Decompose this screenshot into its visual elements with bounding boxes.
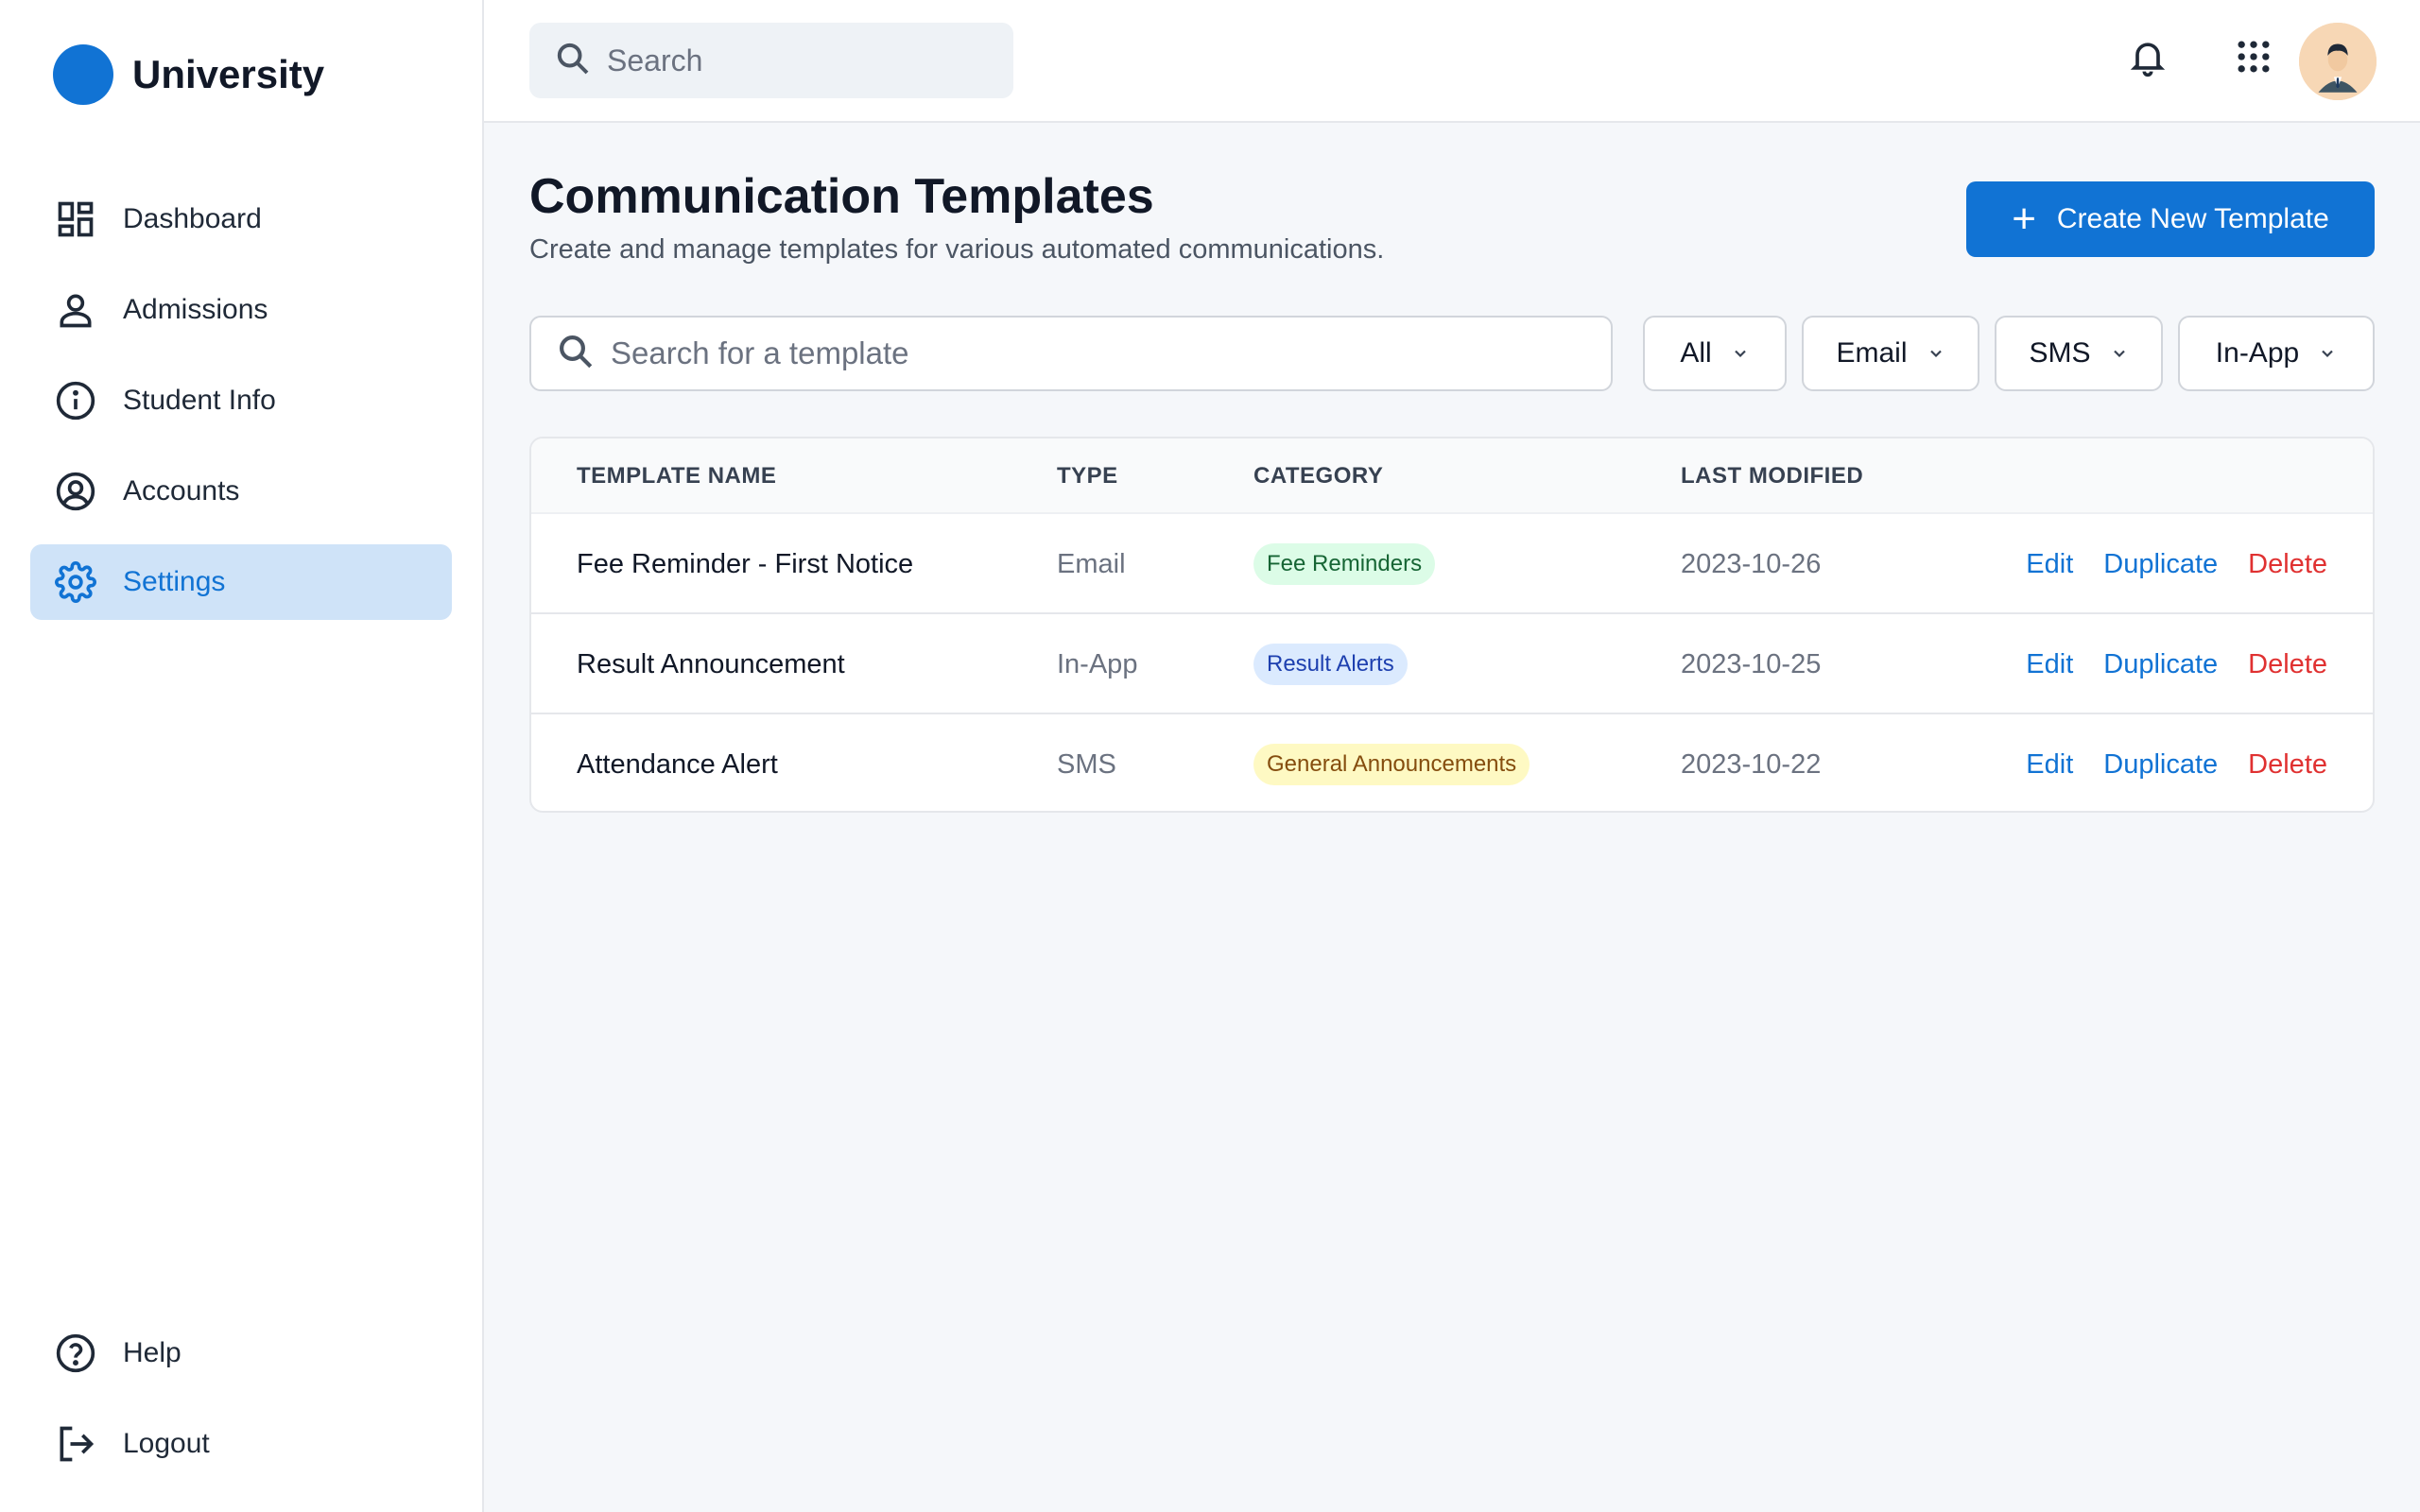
delete-link[interactable]: Delete [2248,549,2327,580]
column-header-last-modified[interactable]: LAST MODIFIED [1681,438,1863,514]
sidebar-nav: Dashboard Admissions Student Info Accoun… [30,181,452,635]
template-name: Fee Reminder - First Notice [577,548,914,579]
category-cell: General Announcements [1253,714,1530,811]
template-name: Attendance Alert [577,748,778,780]
create-template-label: Create New Template [2056,203,2329,234]
delete-link[interactable]: Delete [2248,649,2327,680]
last-modified: 2023-10-22 [1681,748,1822,780]
dropdown-label: Email [1836,337,1908,369]
sidebar-bottom-nav: Help Logout [30,1315,452,1497]
category-cell: Fee Reminders [1253,514,1436,614]
brand-name: University [132,52,325,96]
brand[interactable]: University [53,43,324,106]
category-badge: Result Alerts [1253,644,1408,685]
template-type: Email [1057,548,1126,579]
templates-table: TEMPLATE NAME TYPE CATEGORY LAST MODIFIE… [529,437,2375,813]
row-actions: Edit Duplicate Delete [1996,614,2327,714]
category-badge: Fee Reminders [1253,543,1436,585]
brand-logo [53,44,113,105]
table-header: TEMPLATE NAME TYPE CATEGORY LAST MODIFIE… [531,438,2373,514]
delete-link[interactable]: Delete [2248,749,2327,781]
template-type: SMS [1057,748,1116,780]
sidebar-item-help[interactable]: Help [30,1315,452,1391]
info-icon [55,380,96,421]
search-icon [556,332,596,376]
filter-sms-dropdown[interactable]: SMS [1995,316,2163,391]
page-subtitle: Create and manage templates for various … [529,234,1385,265]
sidebar-item-logout[interactable]: Logout [30,1406,452,1482]
global-search[interactable] [529,23,1013,98]
category-cell: Result Alerts [1253,614,1408,714]
sidebar-item-label: Student Info [123,385,276,416]
table-row[interactable]: Fee Reminder - First Notice Email Fee Re… [531,514,2373,614]
sidebar-item-dashboard[interactable]: Dashboard [30,181,452,257]
category-badge: General Announcements [1253,744,1530,785]
template-type: In-App [1057,648,1138,679]
edit-link[interactable]: Edit [2026,649,2073,680]
filter-email-dropdown[interactable]: Email [1802,316,1979,391]
global-search-input[interactable] [607,43,985,78]
gear-icon [55,561,96,603]
column-header-type[interactable]: TYPE [1057,438,1118,514]
top-header [484,0,2420,123]
help-icon [55,1332,96,1374]
dropdown-label: SMS [2029,337,2091,369]
duplicate-link[interactable]: Duplicate [2103,749,2218,781]
page-title: Communication Templates [529,169,1154,224]
template-search-input[interactable] [611,335,1556,371]
chevron-down-icon [1929,350,1942,358]
plus-icon: + [2012,196,2036,242]
template-search[interactable] [529,316,1613,391]
edit-link[interactable]: Edit [2026,749,2073,781]
filter-in-app-dropdown[interactable]: In-App [2178,316,2375,391]
column-header-template-name[interactable]: TEMPLATE NAME [577,438,776,514]
duplicate-link[interactable]: Duplicate [2103,649,2218,680]
account-circle-icon [55,471,96,512]
chevron-down-icon [2322,350,2333,358]
search-icon [554,40,592,82]
filters-bar: All Email SMS In-App [529,316,2375,391]
dashboard-icon [55,198,96,240]
sidebar-item-label: Logout [123,1428,210,1459]
sidebar-item-accounts[interactable]: Accounts [30,454,452,529]
table-row[interactable]: Result Announcement In-App Result Alerts… [531,614,2373,714]
dropdown-label: In-App [2215,337,2300,369]
edit-link[interactable]: Edit [2026,549,2073,580]
apps-grid-icon [2233,36,2274,82]
apps-button[interactable] [2223,28,2284,89]
chevron-down-icon [2113,350,2125,358]
last-modified: 2023-10-26 [1681,548,1822,579]
dropdown-label: All [1680,337,1712,369]
template-name: Result Announcement [577,648,845,679]
create-template-button[interactable]: + Create New Template [1966,181,2375,257]
sidebar-item-label: Admissions [123,294,268,325]
duplicate-link[interactable]: Duplicate [2103,549,2218,580]
sidebar-item-settings[interactable]: Settings [30,544,452,620]
column-header-category[interactable]: CATEGORY [1253,438,1383,514]
sidebar-item-label: Accounts [123,475,240,507]
logout-icon [55,1423,96,1465]
last-modified: 2023-10-25 [1681,648,1822,679]
sidebar-item-admissions[interactable]: Admissions [30,272,452,348]
row-actions: Edit Duplicate Delete [1996,714,2327,811]
table-row[interactable]: Attendance Alert SMS General Announcemen… [531,714,2373,811]
sidebar-item-label: Settings [123,566,226,597]
notifications-button[interactable] [2118,28,2178,89]
avatar[interactable] [2299,23,2377,100]
chevron-down-icon [1734,350,1746,358]
sidebar-item-student-info[interactable]: Student Info [30,363,452,438]
row-actions: Edit Duplicate Delete [1996,514,2327,614]
sidebar-item-label: Dashboard [123,203,262,234]
sidebar: University Dashboard Admissions Student … [0,0,484,1512]
person-icon [55,289,96,331]
sidebar-item-label: Help [123,1337,182,1368]
filter-all-dropdown[interactable]: All [1643,316,1787,391]
bell-icon [2127,36,2169,82]
